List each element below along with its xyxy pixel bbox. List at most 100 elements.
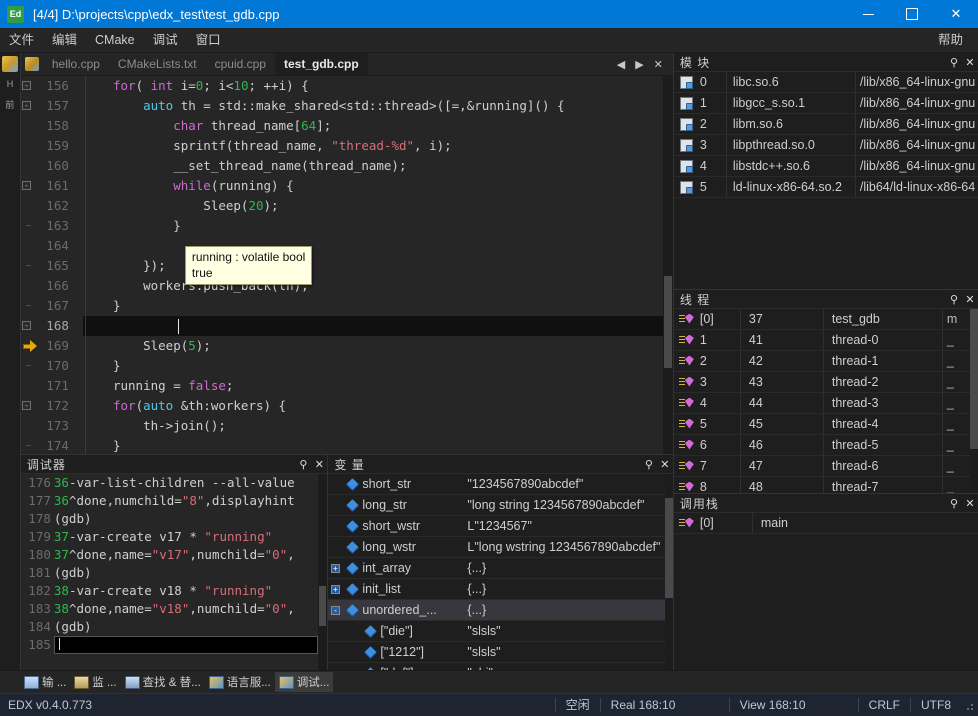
variable-row[interactable]: long_wstr L"long wstring 1234567890abcdef… — [328, 537, 673, 558]
threads-list[interactable]: [0] 37 test_gdb m 1 41 thread-0 _ 2 42 thread-1 _ 3 4… — [673, 309, 978, 493]
menu-item-debug[interactable]: 调试 — [144, 28, 187, 52]
fold-toggle-icon[interactable]: - — [21, 321, 31, 330]
minimize-button[interactable] — [846, 0, 890, 28]
thread-row[interactable]: 3 43 thread-2 _ — [673, 372, 978, 393]
code-editor[interactable]: 156 157 158 159 160 161 162 163 164 165 166 167 168 1… — [20, 76, 673, 454]
module-row[interactable]: 0 libc.so.6/lib/x86_64-linux-gnu — [673, 72, 978, 93]
variable-row[interactable]: + int_array {...} — [328, 558, 673, 579]
expander-toggle-icon[interactable]: + — [328, 584, 342, 594]
module-row[interactable]: 1 libgcc_s.so.1/lib/x86_64-linux-gnu — [673, 93, 978, 114]
editor-code-line[interactable]: for( int i=0; i<10; ++i) { — [83, 76, 663, 96]
module-row[interactable]: 5 ld-linux-x86-64.so.2/lib64/ld-linux-x86… — [673, 177, 978, 198]
expander-toggle-icon[interactable]: - — [328, 605, 342, 615]
variable-row[interactable]: ["1212"] "slsls" — [328, 642, 673, 663]
module-row[interactable]: 2 libm.so.6/lib/x86_64-linux-gnu — [673, 114, 978, 135]
debugger-console-body[interactable]: 176 177 178 179 180 181 182 183 184 185 36-var-li… — [20, 474, 328, 670]
threads-scrollbar-thumb[interactable] — [970, 309, 978, 449]
fold-toggle-icon[interactable]: - — [21, 181, 31, 190]
editor-code-line[interactable]: sprintf(thread_name, "thread-%d", i); — [83, 136, 663, 156]
thread-row[interactable]: 6 46 thread-5 _ — [673, 435, 978, 456]
project-explorer-icon[interactable] — [1, 56, 18, 72]
taskbar-item-find-replace[interactable]: 查找 & 替... — [121, 672, 205, 692]
variable-row[interactable]: short_str "1234567890abcdef" — [328, 474, 673, 495]
tab-cmakelists-txt[interactable]: CMakeLists.txt — [109, 53, 206, 75]
menu-item-help[interactable]: 帮助 — [929, 28, 972, 52]
tab-prev-icon[interactable]: ◀ — [612, 58, 630, 71]
editor-code-line[interactable]: char thread_name[64]; — [83, 116, 663, 136]
debugger-scrollbar-thumb[interactable] — [319, 586, 327, 626]
status-eol[interactable]: CRLF — [857, 698, 910, 712]
editor-fold-column[interactable]: - - - - - — [21, 76, 83, 454]
variable-row[interactable]: short_wstr L"1234567" — [328, 516, 673, 537]
status-encoding[interactable]: UTF8 — [910, 698, 961, 712]
tab-cpuid-cpp[interactable]: cpuid.cpp — [206, 53, 275, 75]
menu-item-edit[interactable]: 编辑 — [43, 28, 86, 52]
menu-item-cmake[interactable]: CMake — [86, 28, 144, 52]
tab-close-icon[interactable]: ✕ — [649, 58, 668, 71]
tab-hello-cpp[interactable]: hello.cpp — [43, 53, 109, 75]
variable-row[interactable]: ["die"] "slsls" — [328, 621, 673, 642]
editor-code-line[interactable]: for(auto &th:workers) { — [83, 396, 663, 416]
variables-close-icon[interactable]: ✕ — [657, 456, 673, 472]
editor-code-line[interactable]: } — [83, 356, 663, 376]
thread-row[interactable]: 4 44 thread-3 _ — [673, 393, 978, 414]
close-button[interactable]: ✕ — [934, 0, 978, 28]
module-row[interactable]: 3 libpthread.so.0/lib/x86_64-linux-gnu — [673, 135, 978, 156]
threads-vertical-scrollbar[interactable] — [970, 309, 978, 493]
menu-item-window[interactable]: 窗口 — [187, 28, 230, 52]
fold-toggle-icon[interactable]: - — [21, 401, 31, 410]
editor-code-line[interactable]: while(running) { — [83, 176, 663, 196]
variable-row[interactable]: long_str "long string 1234567890abcdef" — [328, 495, 673, 516]
editor-code-line[interactable]: Sleep(5); — [83, 336, 663, 356]
threads-pin-icon[interactable]: ⚲ — [946, 291, 962, 307]
variable-row[interactable]: + init_list {...} — [328, 579, 673, 600]
callstack-close-icon[interactable]: ✕ — [962, 495, 978, 511]
debugger-command-input[interactable] — [53, 636, 319, 654]
editor-code-line[interactable]: }); — [83, 256, 663, 276]
editor-code-line[interactable]: } — [83, 296, 663, 316]
variable-row[interactable]: ["def"]"ghi" — [328, 663, 672, 670]
editor-code-line[interactable]: } — [83, 436, 663, 454]
debugger-pin-icon[interactable]: ⚲ — [295, 456, 311, 472]
thread-row[interactable]: 5 45 thread-4 _ — [673, 414, 978, 435]
modules-pin-icon[interactable]: ⚲ — [946, 54, 962, 70]
debugger-close-icon[interactable]: ✕ — [311, 456, 327, 472]
editor-code-line[interactable]: th->join(); — [83, 416, 663, 436]
resize-grip-icon[interactable] — [961, 698, 975, 712]
variables-tree[interactable]: short_str "1234567890abcdef" long_str "long… — [328, 474, 673, 670]
maximize-button[interactable] — [890, 0, 934, 28]
variables-vertical-scrollbar[interactable] — [664, 474, 673, 670]
thread-row[interactable]: [0] 37 test_gdb m — [673, 309, 978, 330]
taskbar-item-debug[interactable]: 调试... — [274, 672, 334, 692]
callstack-pin-icon[interactable]: ⚲ — [946, 495, 962, 511]
thread-row[interactable]: 7 47 thread-6 _ — [673, 456, 978, 477]
variables-scrollbar-thumb[interactable] — [664, 498, 673, 598]
editor-code-line[interactable]: workers.push_back(th); — [83, 276, 663, 296]
editor-code-area[interactable]: for( int i=0; i<10; ++i) { auto th = std… — [82, 76, 663, 454]
taskbar-item-output[interactable]: 输 ... — [20, 672, 70, 692]
editor-code-line[interactable]: auto th = std::make_shared<std::thread>(… — [83, 96, 663, 116]
expander-toggle-icon[interactable]: + — [328, 563, 342, 573]
editor-vertical-scrollbar[interactable] — [662, 76, 673, 454]
editor-code-line[interactable]: running = false; — [83, 376, 663, 396]
editor-scrollbar-thumb[interactable] — [663, 276, 672, 368]
fold-toggle-icon[interactable]: - — [21, 81, 31, 90]
taskbar-item-monitor[interactable]: 监 ... — [70, 672, 120, 692]
thread-row[interactable]: 1 41 thread-0 _ — [673, 330, 978, 351]
debugger-vertical-scrollbar[interactable] — [318, 474, 328, 670]
variable-row[interactable]: - unordered_... {...} — [328, 600, 673, 621]
editor-code-line[interactable]: __set_thread_name(thread_name); — [83, 156, 663, 176]
module-row[interactable]: 4 libstdc++.so.6/lib/x86_64-linux-gnu — [673, 156, 978, 177]
editor-code-line[interactable]: Sleep(20); — [83, 196, 663, 216]
thread-row[interactable]: 8 48 thread-7 _ — [674, 477, 978, 493]
tab-test-gdb-cpp[interactable]: test_gdb.cpp — [274, 53, 368, 75]
callstack-row[interactable]: [0] main — [673, 513, 978, 534]
thread-row[interactable]: 2 42 thread-1 _ — [673, 351, 978, 372]
threads-close-icon[interactable]: ✕ — [962, 291, 978, 307]
variables-pin-icon[interactable]: ⚲ — [641, 456, 657, 472]
tab-next-icon[interactable]: ▶ — [630, 58, 648, 71]
editor-code-line[interactable]: } — [83, 216, 663, 236]
callstack-list[interactable]: [0] main — [673, 513, 978, 670]
structure-icon[interactable]: H — [2, 76, 18, 92]
menu-item-file[interactable]: 文件 — [0, 28, 43, 52]
